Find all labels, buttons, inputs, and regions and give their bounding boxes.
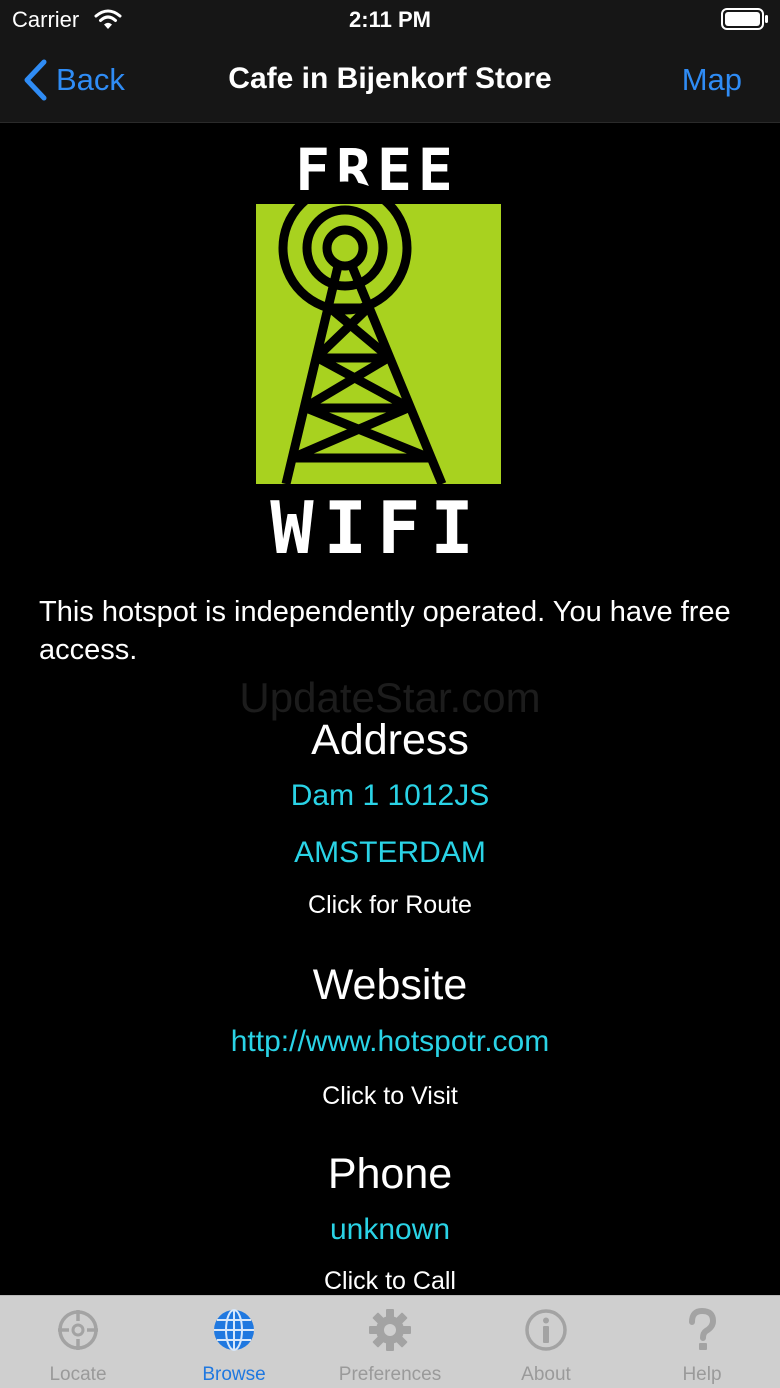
website-heading: Website (312, 961, 468, 1009)
logo-bottom-text: WIFI (270, 486, 483, 558)
crosshair-icon (58, 1310, 98, 1350)
info-icon (525, 1309, 567, 1351)
visit-action[interactable]: Click to Visit (0, 1082, 780, 1111)
map-button[interactable]: Map (682, 62, 742, 98)
back-label: Back (56, 62, 125, 97)
tab-about[interactable]: About (468, 1296, 624, 1388)
phone-heading: Phone (327, 1150, 453, 1198)
address-heading: Address (311, 716, 469, 764)
address-line2-link[interactable]: AMSTERDAM (0, 836, 780, 870)
page-title: Cafe in Bijenkorf Store (228, 62, 552, 95)
free-wifi-logo: FREE WIFI (256, 138, 501, 558)
globe-icon (214, 1309, 254, 1351)
battery-icon (721, 8, 768, 30)
tab-preferences[interactable]: Preferences (312, 1296, 468, 1388)
tab-label: Browse (202, 1364, 266, 1385)
address-line1-link[interactable]: Dam 1 1012JS (0, 779, 780, 813)
tab-label: Help (682, 1364, 722, 1385)
navigation-bar: Back Cafe in Bijenkorf Store Map (0, 40, 780, 123)
call-action[interactable]: Click to Call (0, 1267, 780, 1296)
phone-link[interactable]: unknown (0, 1213, 780, 1247)
gear-icon (369, 1309, 411, 1351)
status-bar: Carrier 2:11 PM (0, 0, 780, 40)
route-action[interactable]: Click for Route (0, 891, 780, 920)
back-button[interactable]: Back (22, 56, 125, 104)
tab-help[interactable]: Help (624, 1296, 780, 1388)
question-icon (689, 1308, 717, 1350)
status-time: 2:11 PM (349, 7, 431, 32)
watermark: UpdateStar.com (239, 674, 541, 721)
hotspot-description: This hotspot is independently operated. … (39, 596, 731, 666)
tab-label: Locate (49, 1364, 107, 1385)
chevron-left-icon (24, 59, 47, 101)
tab-label: About (521, 1364, 571, 1385)
tab-locate[interactable]: Locate (0, 1296, 156, 1388)
tab-browse[interactable]: Browse (156, 1296, 312, 1388)
tab-bar: Locate Browse Preferences About Help (0, 1295, 780, 1388)
tab-label: Preferences (338, 1364, 442, 1385)
website-link[interactable]: http://www.hotspotr.com (0, 1025, 780, 1059)
